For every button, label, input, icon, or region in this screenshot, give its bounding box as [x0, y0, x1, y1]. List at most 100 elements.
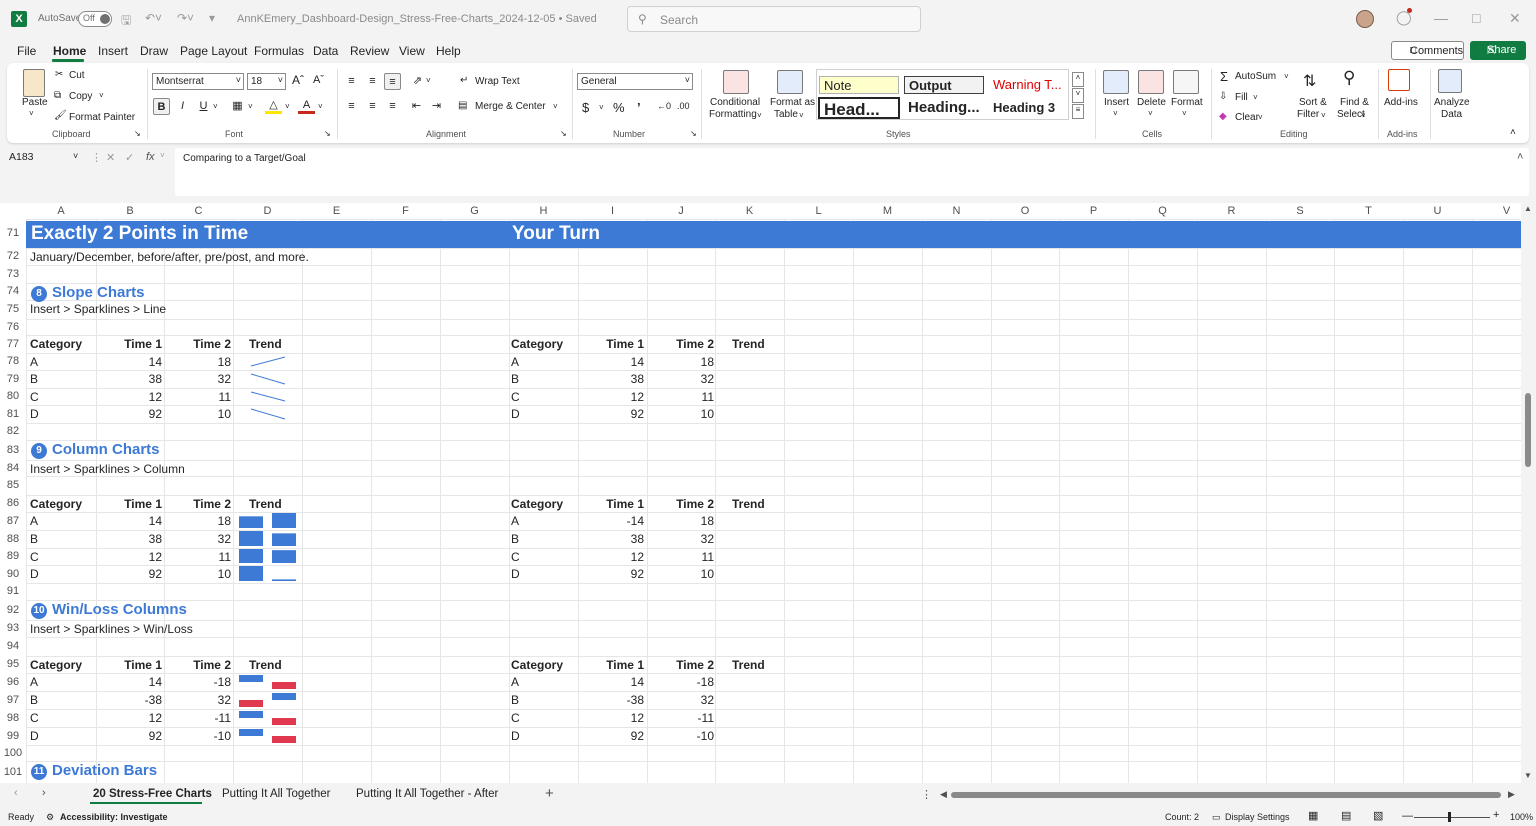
addins-button[interactable]: Add-ins [1384, 97, 1418, 108]
zoom-slider-thumb[interactable] [1448, 812, 1451, 822]
zoom-out-icon[interactable]: — [1402, 810, 1413, 822]
analyze-data-label[interactable]: Data [1441, 109, 1462, 120]
style-heading3[interactable]: Heading 3 [989, 99, 1067, 117]
fill-dropdown-icon[interactable]: ˅ [285, 102, 290, 111]
style-output[interactable]: Output [904, 76, 984, 94]
autosum-button[interactable]: AutoSum [1235, 71, 1276, 82]
insert-cells-button[interactable]: Insert [1104, 97, 1129, 108]
gallery-scroll-up-icon[interactable]: ˄ [1072, 72, 1084, 87]
conditional-formatting-button[interactable]: Conditional [710, 97, 760, 108]
format-cells-button[interactable]: Format [1171, 97, 1203, 108]
insert-dropdown-icon[interactable]: ˅ [1113, 109, 1118, 118]
font-color-dropdown-icon[interactable]: ˅ [318, 102, 323, 111]
increase-font-icon[interactable]: Aˆ [292, 73, 304, 87]
fill-color-icon[interactable]: △ [265, 97, 282, 114]
find-select-button[interactable]: Find & [1340, 97, 1369, 108]
style-heading1[interactable]: Head... [818, 97, 900, 119]
underline-dropdown-icon[interactable]: ˅ [213, 102, 218, 111]
percent-icon[interactable]: % [613, 100, 625, 115]
share-button[interactable]: ⇱ Share [1470, 41, 1526, 60]
name-box-dropdown-icon[interactable]: ˅ [73, 151, 78, 161]
cut-button[interactable]: Cut [69, 70, 85, 81]
currency-icon[interactable]: $ [582, 100, 589, 115]
clear-dropdown-icon[interactable]: ˅ [1258, 113, 1263, 122]
page-layout-view-icon[interactable]: ▤ [1341, 809, 1351, 822]
tab-help[interactable]: Help [436, 44, 461, 58]
copy-dropdown-icon[interactable]: ˅ [99, 91, 104, 100]
redo-icon[interactable]: ↷˅ [177, 11, 194, 25]
zoom-level[interactable]: 100% [1510, 812, 1533, 822]
insert-function-icon[interactable]: fx [146, 151, 155, 163]
wrap-text-button[interactable]: Wrap Text [475, 76, 520, 87]
autosave-toggle[interactable]: Off [78, 11, 112, 27]
number-format-select[interactable]: General ˅ [577, 73, 693, 90]
scroll-right-icon[interactable]: ▶ [1508, 789, 1515, 800]
add-sheet-icon[interactable]: + [545, 785, 554, 802]
zoom-in-icon[interactable]: + [1493, 809, 1499, 821]
sort-filter-button[interactable]: Sort & [1299, 97, 1327, 108]
font-name-select[interactable]: Montserrat ˅ [152, 73, 244, 90]
align-center-icon[interactable]: ≡ [364, 98, 381, 115]
borders-dropdown-icon[interactable]: ˅ [248, 102, 253, 111]
document-title[interactable]: AnnKEmery_Dashboard-Design_Stress-Free-C… [237, 13, 597, 25]
orientation-icon[interactable]: ⇗ [409, 73, 426, 90]
format-dropdown-icon[interactable]: ˅ [1182, 109, 1187, 118]
align-bottom-icon[interactable]: ≡ [384, 73, 401, 90]
paste-icon[interactable] [23, 69, 45, 97]
style-note[interactable]: Note [819, 76, 899, 94]
maximize-icon[interactable]: □ [1472, 10, 1480, 26]
font-size-select[interactable]: 18 ˅ [247, 73, 286, 90]
sort-filter-label[interactable]: Filter [1297, 109, 1319, 120]
next-sheet-icon[interactable]: › [42, 787, 46, 799]
sort-dropdown-icon[interactable]: ˅ [1321, 111, 1326, 120]
sheet-tab-stress-free-charts[interactable]: 20 Stress-Free Charts [93, 788, 212, 800]
currency-dropdown-icon[interactable]: ˅ [599, 103, 604, 112]
formula-input[interactable] [175, 148, 1529, 196]
tab-page-layout[interactable]: Page Layout [180, 44, 247, 58]
find-dropdown-icon[interactable]: ˅ [1361, 111, 1366, 120]
analyze-data-button[interactable]: Analyze [1434, 97, 1470, 108]
increase-decimal-icon[interactable]: ←0 [657, 101, 671, 111]
autosum-dropdown-icon[interactable]: ˅ [1284, 72, 1289, 81]
font-launcher-icon[interactable]: ↘ [324, 129, 331, 138]
fx-dropdown-icon[interactable]: ˅ [160, 151, 165, 160]
save-icon[interactable]: 🖫 [121, 11, 131, 32]
horizontal-scroll-thumb[interactable] [951, 792, 1501, 798]
display-settings-button[interactable]: Display Settings [1225, 812, 1290, 822]
align-top-icon[interactable]: ≡ [343, 73, 360, 90]
decrease-font-icon[interactable]: Aˇ [313, 74, 324, 86]
copy-button[interactable]: Copy [69, 91, 92, 102]
customize-qat-icon[interactable]: ▾ [209, 11, 215, 25]
search-box[interactable]: ⚲ Search [627, 6, 921, 32]
zoom-slider[interactable] [1414, 817, 1490, 818]
orientation-dropdown-icon[interactable]: ˅ [426, 76, 431, 85]
collapse-ribbon-icon[interactable]: ˄ [1510, 127, 1516, 138]
align-middle-icon[interactable]: ≡ [364, 73, 381, 90]
increase-indent-icon[interactable]: ⇥ [428, 98, 445, 115]
avatar[interactable] [1356, 10, 1374, 28]
scroll-up-icon[interactable]: ▲ [1524, 204, 1532, 213]
merge-dropdown-icon[interactable]: ˅ [553, 102, 558, 111]
align-left-icon[interactable]: ≡ [343, 98, 360, 115]
underline-icon[interactable]: U [195, 98, 212, 115]
more-options-icon[interactable]: ⋮ [91, 151, 102, 164]
comma-icon[interactable]: ’ [637, 100, 641, 115]
format-painter-button[interactable]: Format Painter [69, 112, 135, 123]
style-warning[interactable]: Warning T... [989, 76, 1065, 94]
tab-draw[interactable]: Draw [140, 44, 168, 58]
accessibility-status[interactable]: Accessibility: Investigate [60, 812, 168, 822]
tab-review[interactable]: Review [350, 44, 389, 58]
prev-sheet-icon[interactable]: ‹ [14, 787, 18, 799]
comments-button[interactable]: □ Comments [1391, 41, 1464, 60]
spreadsheet-grid[interactable]: ABCDEFGHIJKLMNOPQRSTUV 71 72 73 74 75 76 77 78 7… [0, 203, 1521, 783]
clear-button[interactable]: Clear [1235, 112, 1259, 123]
format-table-dropdown-icon[interactable]: ˅ [799, 111, 804, 120]
vertical-scroll-thumb[interactable] [1525, 393, 1531, 467]
paste-dropdown-icon[interactable]: ˅ [29, 109, 34, 118]
delete-cells-button[interactable]: Delete [1137, 97, 1166, 108]
fill-button[interactable]: Fill [1235, 92, 1248, 103]
align-right-icon[interactable]: ≡ [384, 98, 401, 115]
font-color-icon[interactable]: A [298, 97, 315, 114]
conditional-dropdown-icon[interactable]: ˅ [757, 111, 762, 120]
borders-icon[interactable]: ▦ [229, 98, 246, 115]
